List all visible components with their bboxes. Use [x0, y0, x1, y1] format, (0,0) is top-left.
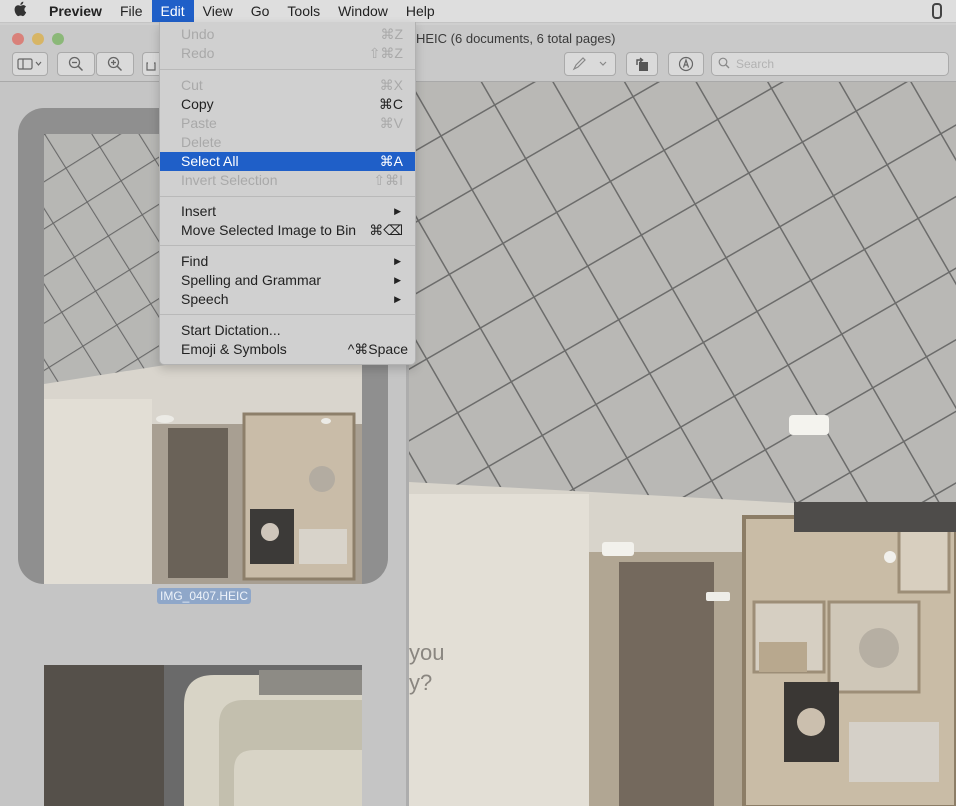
- menu-item-move-to-bin[interactable]: Move Selected Image to Bin ⌘⌫: [160, 221, 415, 240]
- menu-item-invert-selection[interactable]: Invert Selection ⇧⌘I: [160, 171, 415, 190]
- menu-item-copy[interactable]: Copy ⌘C: [160, 95, 415, 114]
- markup-toolbar-button[interactable]: [668, 52, 704, 76]
- thumbnail-image-2[interactable]: [44, 665, 362, 806]
- submenu-arrow-icon: ▶: [394, 294, 401, 304]
- menu-item-find[interactable]: Find ▶: [160, 252, 415, 271]
- title-bar: HEIC (6 documents, 6 total pages): [0, 25, 956, 82]
- menu-view[interactable]: View: [194, 0, 242, 22]
- close-button[interactable]: [12, 33, 24, 45]
- edit-menu-dropdown: Undo ⌘Z Redo ⇧⌘Z Cut ⌘X Copy ⌘C Paste ⌘V…: [159, 22, 416, 365]
- sidebar-toggle-button[interactable]: [12, 52, 48, 76]
- menu-item-spelling-grammar[interactable]: Spelling and Grammar ▶: [160, 271, 415, 290]
- menu-edit[interactable]: Edit: [151, 0, 194, 22]
- wall-text-line1: you: [409, 640, 444, 665]
- apple-menu-icon[interactable]: [0, 1, 40, 21]
- rotate-icon: [636, 57, 648, 71]
- share-button[interactable]: [142, 52, 159, 76]
- menu-item-speech[interactable]: Speech ▶: [160, 290, 415, 309]
- menu-window[interactable]: Window: [329, 0, 397, 22]
- menu-bar: Preview File Edit View Go Tools Window H…: [0, 0, 956, 23]
- main-image-view[interactable]: you y?: [409, 82, 956, 806]
- sidebar-icon: [17, 58, 42, 70]
- submenu-arrow-icon: ▶: [394, 275, 401, 285]
- wall-text-line2: y?: [409, 670, 432, 695]
- zoom-in-button[interactable]: [96, 52, 134, 76]
- zoom-out-icon: [68, 56, 84, 72]
- menu-item-emoji-symbols[interactable]: Emoji & Symbols ^⌘Space: [160, 340, 415, 359]
- menu-item-cut[interactable]: Cut ⌘X: [160, 76, 415, 95]
- menu-separator: [160, 245, 415, 246]
- zoom-in-icon: [107, 56, 123, 72]
- menu-item-select-all[interactable]: Select All ⌘A: [160, 152, 415, 171]
- pen-icon: [572, 57, 607, 71]
- menu-preview[interactable]: Preview: [40, 0, 111, 22]
- menu-file[interactable]: File: [111, 0, 152, 22]
- menu-item-insert[interactable]: Insert ▶: [160, 202, 415, 221]
- submenu-arrow-icon: ▶: [394, 206, 401, 216]
- menu-go[interactable]: Go: [242, 0, 279, 22]
- menu-item-start-dictation[interactable]: Start Dictation...: [160, 321, 415, 340]
- preview-window: HEIC (6 documents, 6 total pages) Search…: [0, 25, 956, 806]
- share-icon: [146, 62, 156, 71]
- search-icon: [718, 57, 730, 69]
- menu-item-redo[interactable]: Redo ⇧⌘Z: [160, 44, 415, 63]
- zoom-button[interactable]: [52, 33, 64, 45]
- markup-icon: [678, 56, 694, 72]
- menu-separator: [160, 196, 415, 197]
- submenu-arrow-icon: ▶: [394, 256, 401, 266]
- rotate-button[interactable]: [626, 52, 658, 76]
- minimize-button[interactable]: [32, 33, 44, 45]
- menu-item-paste[interactable]: Paste ⌘V: [160, 114, 415, 133]
- menu-separator: [160, 69, 415, 70]
- markup-pen-button[interactable]: [564, 52, 616, 76]
- window-title: HEIC (6 documents, 6 total pages): [416, 31, 616, 46]
- status-menu-icon[interactable]: [932, 3, 942, 19]
- zoom-out-button[interactable]: [57, 52, 95, 76]
- window-controls: [12, 33, 64, 45]
- menu-help[interactable]: Help: [397, 0, 444, 22]
- menu-item-delete[interactable]: Delete: [160, 133, 415, 152]
- menu-separator: [160, 314, 415, 315]
- search-field[interactable]: [711, 52, 949, 76]
- menu-item-undo[interactable]: Undo ⌘Z: [160, 25, 415, 44]
- thumbnail-filename[interactable]: IMG_0407.HEIC: [157, 588, 252, 604]
- search-input[interactable]: [734, 55, 938, 73]
- menu-tools[interactable]: Tools: [278, 0, 329, 22]
